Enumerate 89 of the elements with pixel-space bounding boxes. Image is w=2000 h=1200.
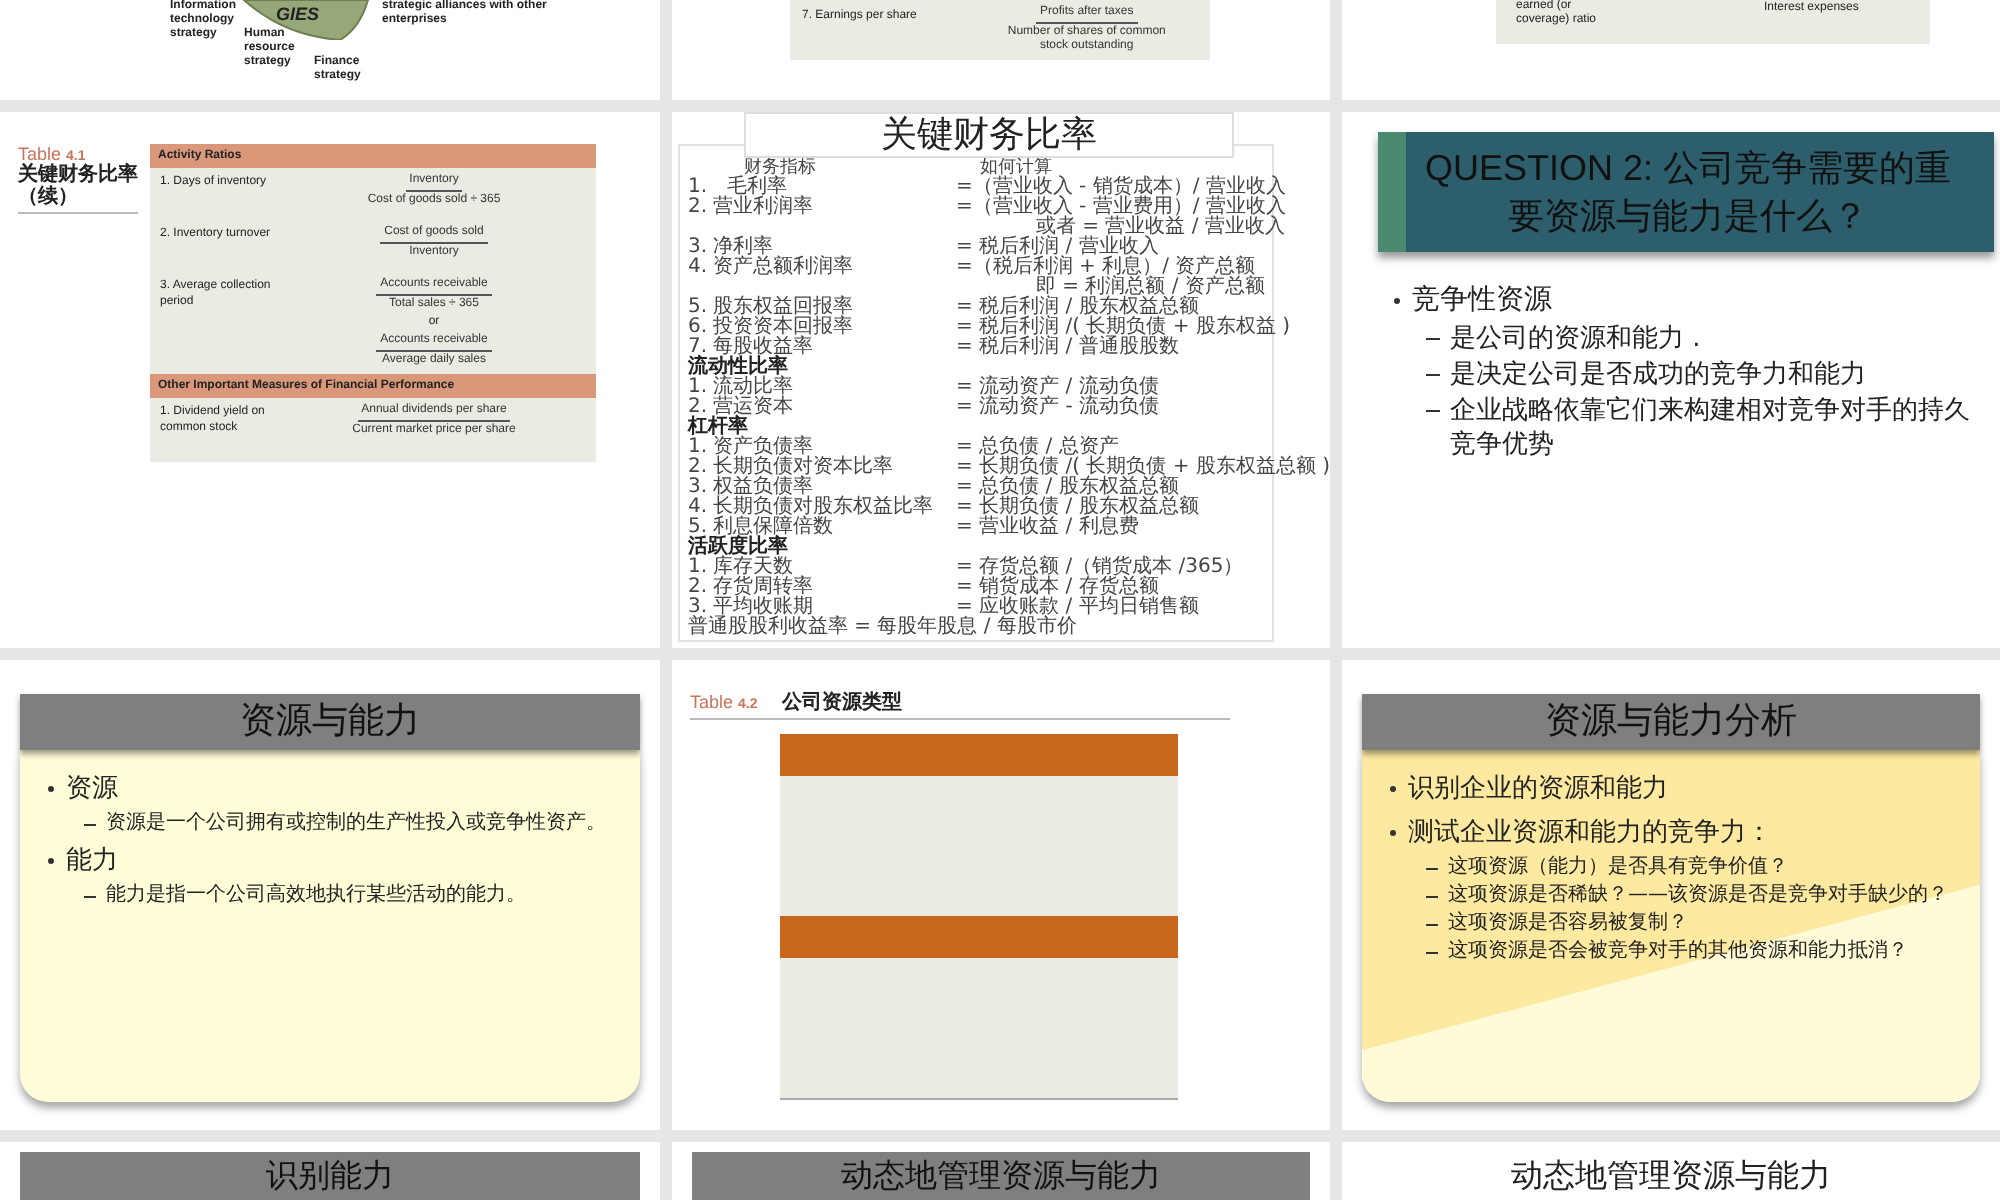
formula: = 总负债 / 总资产 [956, 438, 1119, 458]
bullet-text: 企业战略依靠它们来构建相对竞争对手的持久竞争优势 [1450, 394, 1972, 462]
table-title: 公司资源类型 [781, 692, 902, 714]
dash-icon [84, 896, 96, 898]
dash-icon [1426, 952, 1438, 954]
dash-icon [1426, 896, 1438, 898]
dash-icon [1426, 924, 1438, 926]
slide-title: QUESTION 2: 公司竞争需要的重要资源与能力是什么？ [1422, 146, 1954, 240]
slide-title: 动态地管理资源与能力 [1509, 1154, 1833, 1196]
slide-thumbnail[interactable]: 动态地管理资源与能力 [1342, 1142, 2000, 1200]
formula: = 存货总额 /（销货成本 /365） [956, 558, 1244, 578]
wedge-shape [243, 0, 369, 40]
bullet-icon [48, 786, 54, 792]
group-heading: 流动性比率 [688, 358, 788, 378]
ratio-name: 2. 存货周转率 [688, 578, 816, 598]
ratio-name: 5. 股东权益回报率 [688, 298, 856, 318]
formula: = 税后利润 / 营业收入 [956, 238, 1159, 258]
slide-title: 动态地管理资源与能力 [841, 1156, 1161, 1194]
group-heading: 杠杆率 [688, 418, 748, 438]
bullet-text: 是决定公司是否成功的竞争力和能力 [1450, 358, 1866, 392]
slide-thumbnail[interactable] [672, 112, 1330, 648]
slide-title: 资源与能力 [240, 700, 420, 742]
slide-thumbnail[interactable]: 资源与能力 资源 资源是一个公司拥有或控制的生产性投入或竞争性资产。 能力 能力是指一个公司高效地执行某些活动的能力。 [0, 660, 660, 1130]
formula: =（营业收入 - 销货成本）/ 营业收入 [956, 178, 1286, 198]
formula: = 税后利润 / 普通股股数 [956, 338, 1179, 358]
bullet-icon [1390, 830, 1396, 836]
bullet-icon [1394, 297, 1400, 303]
formula: =（税后利润 + 利息）/ 资产总额 [956, 258, 1256, 278]
ratio-name: 3. 平均收账期 [688, 598, 814, 618]
ratio-name: 4. 长期负债对股东权益比率 [688, 498, 936, 518]
ratio-name: 2. 营运资本 [688, 398, 796, 418]
formula: = 销货成本 / 存货总额 [956, 578, 1159, 598]
formula: = 应收账款 / 平均日销售额 [956, 598, 1199, 618]
bullet-text: 资源 [66, 772, 118, 808]
slide-thumbnail[interactable]: 动态地管理资源与能力 [672, 1142, 1330, 1200]
bullet-text: 识别企业的资源和能力 [1408, 772, 1668, 808]
slide-thumbnail[interactable]: 识别能力 [0, 1142, 660, 1200]
bullet-text: 这项资源是否容易被复制？ [1448, 912, 1688, 936]
bullet-text: 竞争性资源 [1412, 282, 1552, 320]
slide-title: 识别能力 [266, 1156, 394, 1194]
ratio-name: 6. 投资资本回报率 [688, 318, 856, 338]
ratio-name: 1. 资产负债率 [688, 438, 814, 458]
formula: = 长期负债 /( 长期负债 + 股东权益总额 ) [956, 458, 1330, 478]
slide-thumbnail[interactable] [0, 112, 660, 648]
ratio-name: 2. 长期负债对资本比率 [688, 458, 896, 478]
dash-icon [1426, 338, 1440, 340]
bullet-text: 能力 [66, 844, 118, 880]
ratio-name: 3. 权益负债率 [688, 478, 814, 498]
dash-icon [1426, 868, 1438, 870]
slide-thumbnail[interactable]: 资源与能力分析 识别企业的资源和能力 测试企业资源和能力的竞争力： 这项资源（能力）是否具有竞争价值？ 这项资源是否稀缺？——该资源是否是竞争对手缺少的？ 这项资源是否容易被复制？ 这项资源是否会被竞争对手的其他资源和能力抵消？ [1342, 660, 2000, 1130]
bullet-text: 能力是指一个公司高效地执行某些活动的能力。 [106, 884, 526, 908]
dash-icon [84, 824, 96, 826]
column-header: 如何计算 [978, 158, 1052, 178]
accent-strip [1378, 132, 1406, 252]
formula: 即 = 利润总额 / 资产总额 [1036, 278, 1265, 298]
ratio-name: 1. 流动比率 [688, 378, 796, 398]
slide-thumbnail[interactable]: QUESTION 2: 公司竞争需要的重要资源与能力是什么？ 竞争性资源 是公司的资源和能力 . 是决定公司是否成功的竞争力和能力 企业战略依靠它们来构建相对竞争对手的持久竞争优势 [1342, 112, 2000, 648]
formula: =（营业收入 - 营业费用）/ 营业收入 [956, 198, 1286, 218]
ratio-name: 4. 资产总额利润率 [688, 258, 856, 278]
bullet-text: 这项资源是否稀缺？——该资源是否是竞争对手缺少的？ [1448, 884, 1948, 908]
dash-icon [1426, 374, 1440, 376]
formula: = 营业收益 / 利息费 [956, 518, 1139, 538]
formula: = 流动资产 / 流动负债 [956, 378, 1159, 398]
bullet-text: 这项资源（能力）是否具有竞争价值？ [1448, 856, 1788, 880]
dash-icon [1426, 410, 1440, 412]
slide-title: 关键财务比率 [744, 112, 1234, 158]
formula: = 税后利润 /( 长期负债 + 股东权益 ) [956, 318, 1291, 338]
ratio-name: 3. 净利率 [688, 238, 774, 258]
formula: = 总负债 / 股东权益总额 [956, 478, 1179, 498]
bullet-icon [48, 858, 54, 864]
formula: = 长期负债 / 股东权益总额 [956, 498, 1199, 518]
ratio-name: 5. 利息保障倍数 [688, 518, 836, 538]
bullet-text: 这项资源是否会被竞争对手的其他资源和能力抵消？ [1448, 940, 1908, 964]
bullet-text: 测试企业资源和能力的竞争力： [1408, 816, 1772, 852]
bullet-text: 资源是一个公司拥有或控制的生产性投入或竞争性资产。 [106, 812, 606, 836]
formula: 或者 = 营业收益 / 营业收入 [1036, 218, 1285, 238]
table-title: 关键财务比率（续） [18, 164, 138, 208]
bullet-text: 是公司的资源和能力 . [1450, 322, 1701, 356]
column-header: 财务指标 [744, 158, 818, 178]
ratio-name: 2. 营业利润率 [688, 198, 816, 218]
group-heading: 活跃度比率 [688, 538, 788, 558]
bullet-icon [1390, 786, 1396, 792]
ratio-name: 1. 毛利率 [688, 178, 788, 198]
wedge-label: GIES [276, 4, 320, 24]
formula: = 税后利润 / 股东权益总额 [956, 298, 1199, 318]
slide-title: 资源与能力分析 [1545, 700, 1797, 742]
ratio-name: 1. 库存天数 [688, 558, 794, 578]
formula: = 流动资产 - 流动负债 [956, 398, 1160, 418]
formula: 普通股股利收益率 = 每股年股息 / 每股市价 [688, 618, 1077, 638]
